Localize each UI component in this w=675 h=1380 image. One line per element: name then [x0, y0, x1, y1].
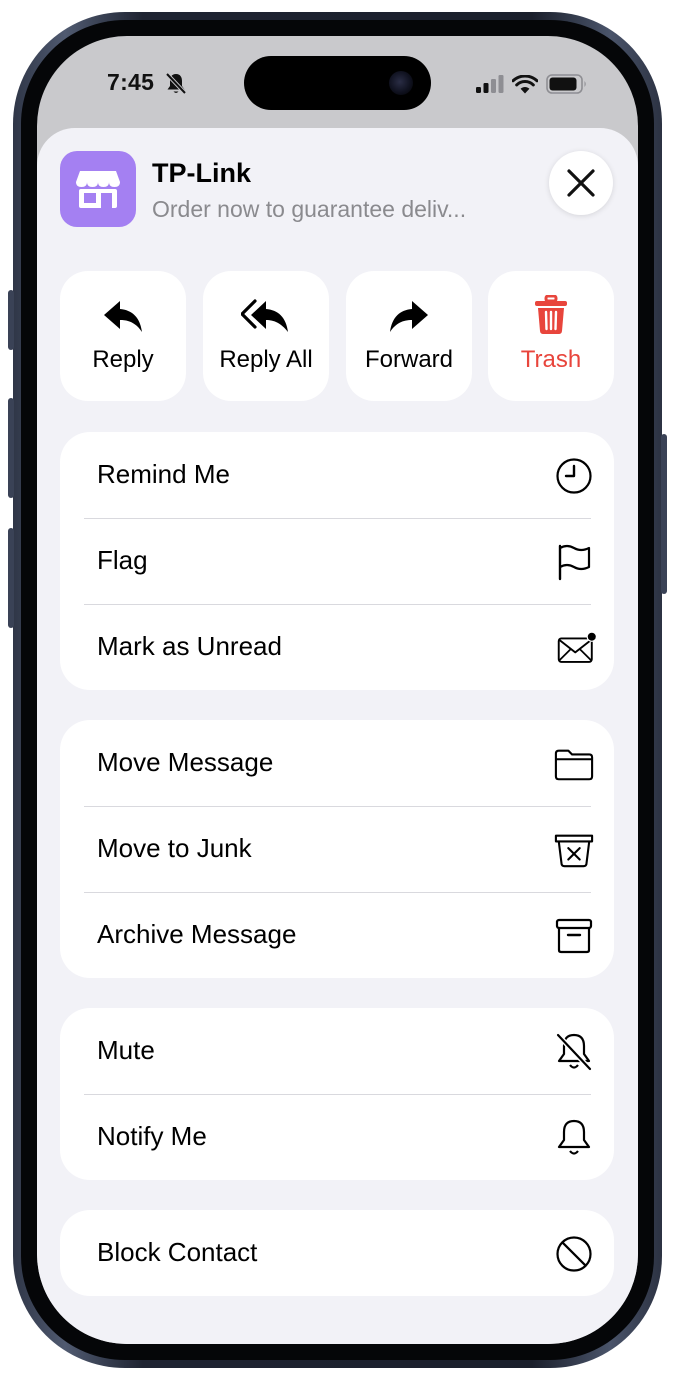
- sender-app-icon: [60, 151, 136, 227]
- menu-item-notify-me[interactable]: Notify Me: [60, 1094, 614, 1180]
- envelope-unread-icon: [557, 628, 597, 668]
- clock-icon: [554, 456, 594, 496]
- reply-all-button[interactable]: Reply All: [203, 271, 329, 401]
- menu-item-label: Mute: [97, 1035, 155, 1065]
- junk-bin-icon: [554, 830, 594, 870]
- close-icon: [567, 169, 595, 197]
- status-time: 7:45: [107, 69, 155, 95]
- menu-item-label: Remind Me: [97, 459, 230, 489]
- menu-item-move-message[interactable]: Move Message: [60, 720, 614, 806]
- reply-all-icon: [241, 299, 288, 332]
- power-button: [661, 434, 667, 594]
- volume-down-button: [8, 528, 14, 628]
- reply-all-label: Reply All: [219, 346, 313, 373]
- action-button: [8, 290, 14, 350]
- forward-icon: [390, 301, 428, 332]
- trash-label: Trash: [520, 346, 582, 373]
- block-icon: [554, 1234, 594, 1274]
- menu-item-flag[interactable]: Flag: [60, 518, 614, 604]
- dynamic-island: [244, 56, 431, 110]
- action-sheet: TP-Link Order now to guarantee deliv... …: [37, 128, 638, 1344]
- cellular-signal-icon: [476, 75, 504, 93]
- menu-item-label: Archive Message: [97, 919, 297, 949]
- menu-item-label: Mark as Unread: [97, 631, 282, 661]
- menu-group-message-state: Remind Me Flag Mark as Unread: [60, 432, 614, 690]
- volume-up-button: [8, 398, 14, 498]
- silent-mode-icon: [165, 72, 187, 101]
- folder-icon: [554, 744, 594, 784]
- front-camera: [389, 71, 413, 95]
- menu-item-move-to-junk[interactable]: Move to Junk: [60, 806, 614, 892]
- menu-group-block: Block Contact: [60, 1210, 614, 1296]
- menu-group-notifications: Mute Notify Me: [60, 1008, 614, 1180]
- storefront-icon: [76, 171, 120, 208]
- menu-item-label: Move Message: [97, 747, 274, 777]
- screen: 7:45 TP-Link Order now to guarantee deli…: [37, 36, 638, 1344]
- flag-icon: [554, 542, 594, 582]
- message-subject: Order now to guarantee deliv...: [152, 196, 467, 222]
- menu-item-remind-me[interactable]: Remind Me: [60, 432, 614, 518]
- menu-item-mark-as-unread[interactable]: Mark as Unread: [60, 604, 614, 690]
- battery-icon: [546, 74, 586, 94]
- menu-item-label: Move to Junk: [97, 833, 252, 863]
- menu-item-block-contact[interactable]: Block Contact: [60, 1210, 614, 1296]
- menu-item-label: Flag: [97, 545, 148, 575]
- bell-slash-icon: [554, 1032, 594, 1072]
- menu-group-move: Move Message Move to Junk Archive Messag…: [60, 720, 614, 978]
- forward-button[interactable]: Forward: [346, 271, 472, 401]
- reply-label: Reply: [92, 346, 154, 373]
- trash-icon: [535, 295, 567, 334]
- menu-item-label: Notify Me: [97, 1121, 207, 1151]
- forward-label: Forward: [364, 346, 454, 373]
- trash-button[interactable]: Trash: [488, 271, 614, 401]
- reply-icon: [104, 301, 142, 332]
- menu-item-mute[interactable]: Mute: [60, 1008, 614, 1094]
- menu-item-archive-message[interactable]: Archive Message: [60, 892, 614, 978]
- wifi-icon: [512, 74, 538, 93]
- sender-name: TP-Link: [152, 158, 251, 188]
- status-indicators: [476, 74, 588, 94]
- reply-button[interactable]: Reply: [60, 271, 186, 401]
- close-button[interactable]: [549, 151, 613, 215]
- menu-item-label: Block Contact: [97, 1237, 258, 1267]
- bell-icon: [554, 1118, 594, 1158]
- archive-box-icon: [554, 916, 594, 956]
